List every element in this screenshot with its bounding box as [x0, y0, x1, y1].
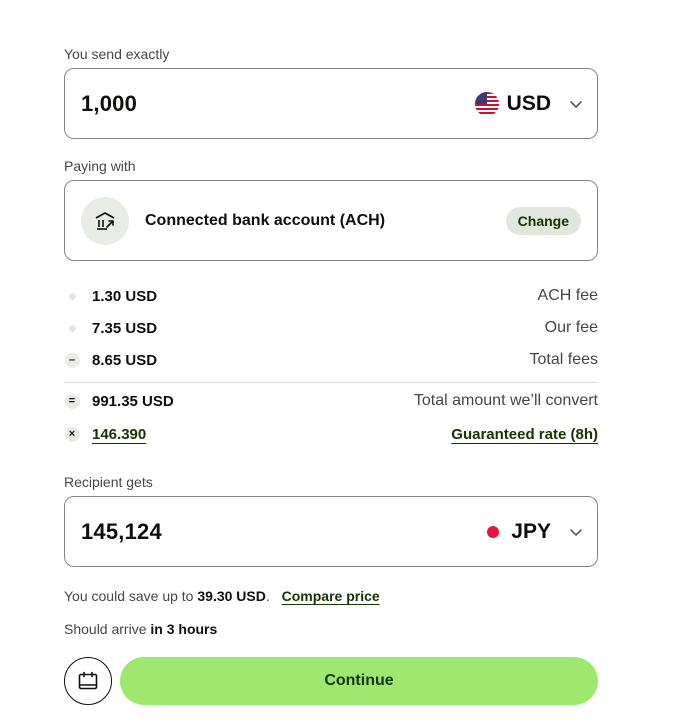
- payment-method-card: Connected bank account (ACH) Change: [64, 180, 598, 261]
- convert-amount-value: 991.35 USD: [92, 392, 174, 410]
- send-label: You send exactly: [64, 46, 170, 62]
- schedule-button[interactable]: [64, 657, 112, 705]
- fee-row-our: 7.35 USD Our fee: [64, 317, 598, 339]
- exchange-rate-link[interactable]: 146.390: [92, 426, 146, 443]
- times-icon: ×: [64, 426, 80, 442]
- payment-method-name: Connected bank account (ACH): [145, 211, 386, 229]
- our-fee-value: 7.35 USD: [92, 319, 158, 337]
- minus-icon: –: [64, 352, 80, 368]
- recipient-amount-input[interactable]: 145,124: [81, 519, 162, 545]
- change-payment-button[interactable]: Change: [505, 206, 581, 235]
- arrival-line: Should arrive in 3 hours: [64, 621, 217, 637]
- arrival-time: in 3 hours: [150, 621, 218, 637]
- send-amount-input[interactable]: 1,000: [81, 91, 137, 117]
- compare-price-link[interactable]: Compare price: [282, 588, 380, 604]
- our-fee-label: Our fee: [544, 319, 598, 336]
- send-currency-code: USD: [506, 91, 551, 115]
- send-currency-selector[interactable]: USD: [474, 91, 583, 116]
- savings-suffix: .: [265, 588, 270, 604]
- ach-fee-label: ACH fee: [537, 287, 598, 304]
- ach-fee-value: 1.30 USD: [92, 287, 158, 305]
- savings-amount: 39.30 USD: [197, 588, 266, 604]
- calendar-icon: [78, 671, 98, 690]
- us-flag-icon: [474, 91, 499, 116]
- paying-label: Paying with: [64, 158, 136, 174]
- continue-button[interactable]: Continue: [120, 657, 598, 705]
- bullet-dot-icon: [68, 324, 76, 332]
- fee-row-convert: = 991.35 USD Total amount we’ll convert: [64, 390, 598, 412]
- recipient-amount-field[interactable]: 145,124 JPY: [64, 496, 598, 567]
- fee-row-ach: 1.30 USD ACH fee: [64, 285, 598, 307]
- recipient-currency-selector[interactable]: JPY: [487, 520, 583, 544]
- savings-prefix: You could save up to: [64, 588, 194, 604]
- total-fees-label: Total fees: [529, 351, 598, 368]
- chevron-down-icon: [570, 100, 582, 108]
- guaranteed-rate-link[interactable]: Guaranteed rate (8h): [451, 426, 598, 443]
- bank-icon: [81, 196, 129, 245]
- arrival-prefix: Should arrive: [64, 621, 147, 637]
- recipient-currency-code: JPY: [511, 519, 551, 543]
- send-amount-field[interactable]: 1,000 USD: [64, 68, 598, 139]
- fee-row-total: – 8.65 USD Total fees: [64, 349, 598, 371]
- bullet-dot-icon: [68, 292, 76, 300]
- equals-icon: =: [64, 393, 80, 409]
- fees-divider: [64, 382, 598, 383]
- fee-row-rate: × 146.390 Guaranteed rate (8h): [64, 423, 598, 445]
- jp-flag-icon: [487, 525, 500, 538]
- total-fees-value: 8.65 USD: [92, 351, 158, 369]
- convert-amount-label: Total amount we’ll convert: [413, 392, 598, 409]
- chevron-down-icon: [570, 528, 582, 536]
- recipient-label: Recipient gets: [64, 474, 153, 490]
- savings-line: You could save up to 39.30 USD. Compare …: [64, 588, 380, 604]
